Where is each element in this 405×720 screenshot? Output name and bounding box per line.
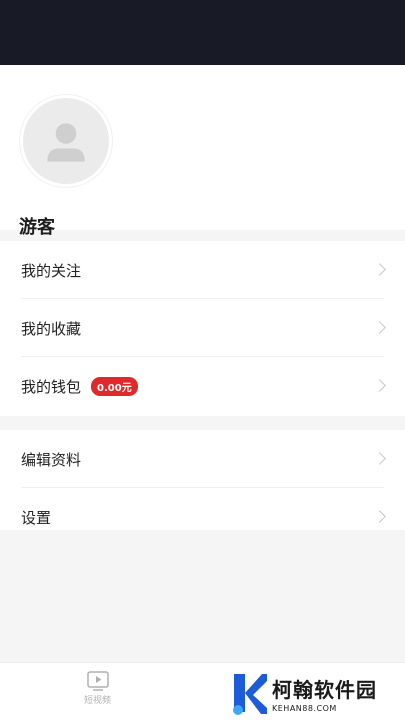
menu-item-label: 我的钱包 — [21, 377, 82, 396]
menu-item-label: 我的收藏 — [21, 319, 82, 338]
menu-item-label: 编辑资料 — [21, 450, 82, 469]
watermark-subtitle: KEHAN88.COM — [272, 703, 337, 713]
menu-item-edit-profile[interactable]: 编辑资料 — [0, 430, 405, 488]
kehan-logo-icon — [233, 674, 267, 715]
watermark: 柯翰软件园 KEHAN88.COM — [226, 668, 401, 718]
menu-item-following[interactable]: 我的关注 — [0, 241, 405, 299]
wallet-balance-badge: 0.00元 — [91, 376, 138, 396]
chevron-right-icon — [373, 263, 386, 276]
top-header-bar — [0, 0, 405, 65]
chevron-right-icon — [373, 452, 386, 465]
play-icon — [86, 671, 109, 691]
chevron-right-icon — [373, 510, 386, 523]
profile-card: 游客 88888888 — [0, 65, 405, 264]
menu-group-settings: 编辑资料 设置 — [0, 430, 405, 530]
nav-item-label: 短视频 — [84, 696, 112, 706]
menu-item-label: 设置 — [21, 508, 52, 527]
username: 游客 — [19, 217, 55, 238]
menu-item-wallet[interactable]: 我的钱包 0.00元 — [0, 357, 405, 415]
user-placeholder-icon — [47, 123, 85, 162]
watermark-title: 柯翰软件园 — [272, 677, 377, 702]
menu-group-account: 我的关注 我的收藏 我的钱包 0.00元 — [0, 241, 405, 416]
chevron-right-icon — [373, 321, 386, 334]
menu-item-favorites[interactable]: 我的收藏 — [0, 299, 405, 357]
menu-item-settings[interactable]: 设置 — [0, 488, 405, 546]
menu-item-label: 我的关注 — [21, 261, 82, 280]
nav-item-short-video[interactable]: 短视频 — [84, 671, 111, 706]
chevron-right-icon — [373, 379, 386, 392]
avatar[interactable] — [20, 95, 112, 187]
